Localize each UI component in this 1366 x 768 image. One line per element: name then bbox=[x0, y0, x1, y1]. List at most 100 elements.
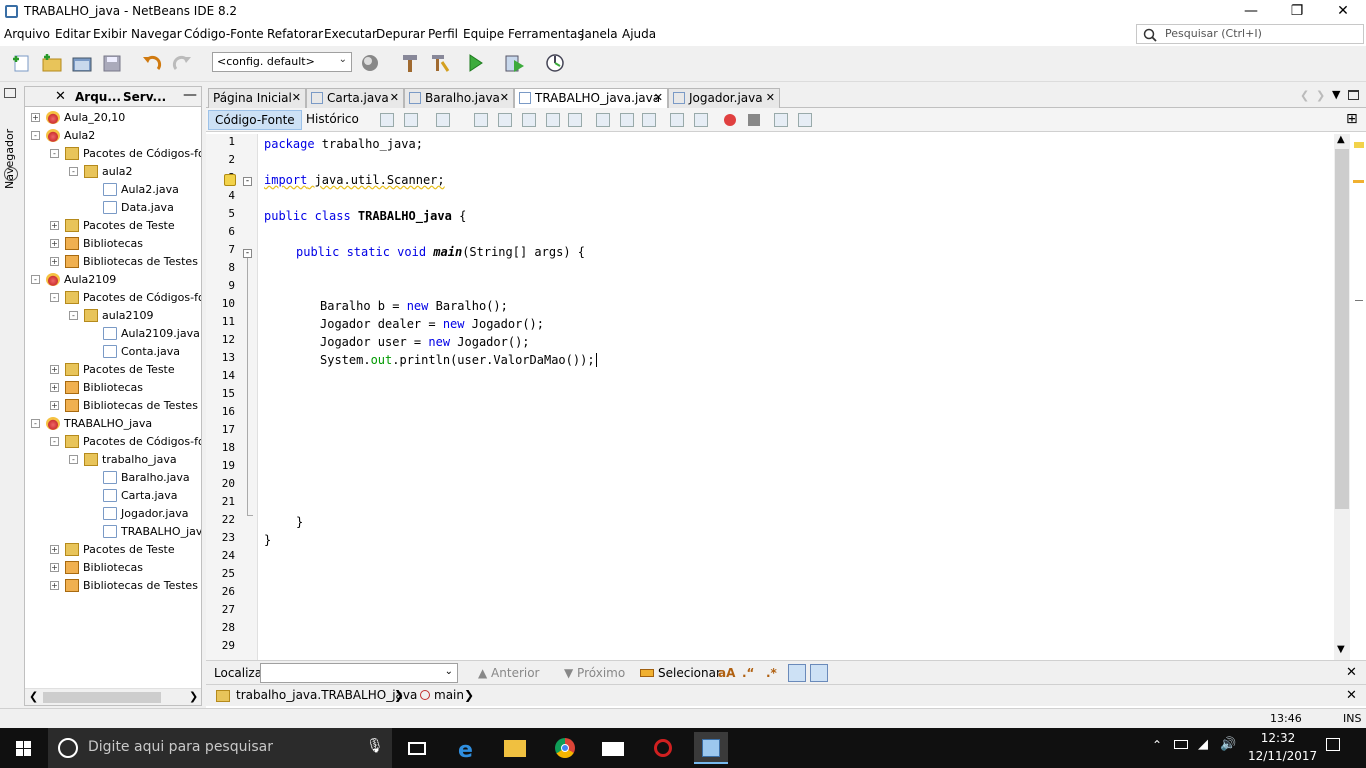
menu-executar[interactable]: Executar bbox=[324, 27, 377, 41]
expand-icon[interactable]: + bbox=[50, 383, 59, 392]
volume-icon[interactable]: 🔊 bbox=[1220, 737, 1236, 752]
tree-item[interactable]: - Pacotes de Códigos-fon bbox=[25, 289, 201, 307]
scroll-left-icon[interactable]: ❮ bbox=[29, 690, 38, 703]
taskbar-search[interactable]: Digite aqui para pesquisar 🎙 bbox=[48, 728, 392, 768]
expand-icon[interactable]: + bbox=[31, 113, 40, 122]
notification-icon[interactable] bbox=[1326, 738, 1340, 751]
build-globe-icon[interactable] bbox=[358, 52, 382, 74]
tab-files[interactable]: Arqu... bbox=[75, 90, 121, 104]
tab-baralho[interactable]: Baralho.java ✕ bbox=[404, 88, 514, 108]
close-icon[interactable]: ✕ bbox=[1346, 688, 1357, 703]
maximize-editor-icon[interactable] bbox=[1348, 90, 1359, 100]
tree-item[interactable]: + Bibliotecas de Testes bbox=[25, 397, 201, 415]
find-next-button[interactable]: ▼ Próximo bbox=[564, 666, 625, 680]
tree-item[interactable]: Data.java bbox=[25, 199, 201, 217]
shift-left-icon[interactable] bbox=[670, 113, 684, 127]
menu-janela[interactable]: Janela bbox=[581, 27, 618, 41]
tree-item[interactable]: + Bibliotecas bbox=[25, 559, 201, 577]
menu-equipe[interactable]: Equipe bbox=[463, 27, 504, 41]
close-icon[interactable]: ✕ bbox=[654, 91, 663, 104]
tree-item[interactable]: + Pacotes de Teste bbox=[25, 217, 201, 235]
scroll-down-icon[interactable]: ▼ bbox=[1337, 644, 1345, 655]
code-area[interactable]: package trabalho_java; import java.util.… bbox=[264, 134, 1332, 660]
tree-item[interactable]: - aula2 bbox=[25, 163, 201, 181]
close-icon[interactable]: ✕ bbox=[766, 91, 775, 104]
menu-arquivo[interactable]: Arquivo bbox=[4, 27, 50, 41]
tree-item[interactable]: - Aula2 bbox=[25, 127, 201, 145]
collapse-icon[interactable]: - bbox=[50, 149, 59, 158]
hammer-icon[interactable] bbox=[398, 52, 422, 74]
collapse-icon[interactable]: - bbox=[31, 419, 40, 428]
tree-item[interactable]: - trabalho_java bbox=[25, 451, 201, 469]
last-edit-icon[interactable] bbox=[380, 113, 394, 127]
task-view-icon[interactable] bbox=[400, 732, 434, 764]
toggle-highlight-icon[interactable] bbox=[546, 113, 560, 127]
warning-marker[interactable] bbox=[1353, 180, 1364, 183]
scroll-right-icon[interactable]: ❯ bbox=[189, 690, 198, 703]
chrome-icon[interactable] bbox=[548, 732, 582, 764]
save-all-icon[interactable] bbox=[100, 52, 124, 74]
tree-item[interactable]: - Aula2109 bbox=[25, 271, 201, 289]
collapse-icon[interactable]: - bbox=[31, 275, 40, 284]
scroll-thumb[interactable] bbox=[43, 692, 161, 703]
prev-bookmark-icon[interactable] bbox=[596, 113, 610, 127]
expand-icon[interactable]: + bbox=[50, 563, 59, 572]
expand-icon[interactable]: + bbox=[50, 257, 59, 266]
warning-marker[interactable] bbox=[1354, 142, 1364, 148]
tree-item[interactable]: Aula2109.java bbox=[25, 325, 201, 343]
tree-item[interactable]: TRABALHO_java.java bbox=[25, 523, 201, 541]
tree-item[interactable]: Jogador.java bbox=[25, 505, 201, 523]
expand-icon[interactable]: + bbox=[50, 239, 59, 248]
expand-icon[interactable]: + bbox=[50, 221, 59, 230]
mail-icon[interactable] bbox=[596, 732, 630, 764]
tree-item[interactable]: - Pacotes de Códigos-fon bbox=[25, 433, 201, 451]
expand-icon[interactable]: + bbox=[50, 581, 59, 590]
minimize-button[interactable]: — bbox=[1228, 0, 1274, 24]
whole-words-icon[interactable]: .“ bbox=[742, 666, 754, 680]
scroll-up-icon[interactable]: ▲ bbox=[1337, 134, 1345, 145]
close-icon[interactable]: ✕ bbox=[1346, 665, 1357, 680]
new-project-icon[interactable] bbox=[40, 52, 64, 74]
menu-navegar[interactable]: Navegar bbox=[131, 27, 182, 41]
source-button[interactable]: Código-Fonte bbox=[208, 110, 302, 130]
start-macro-icon[interactable] bbox=[724, 114, 736, 126]
tab-list-icon[interactable]: ▼ bbox=[1332, 88, 1340, 101]
menu-ferramentas[interactable]: Ferramentas bbox=[508, 27, 584, 41]
tree-item[interactable]: - aula2109 bbox=[25, 307, 201, 325]
tab-carta[interactable]: Carta.java ✕ bbox=[306, 88, 404, 108]
tree-item[interactable]: + Aula_20,10 bbox=[25, 109, 201, 127]
expand-icon[interactable]: + bbox=[50, 401, 59, 410]
find-previous-button[interactable]: ▲ Anterior bbox=[478, 666, 540, 680]
redo-icon[interactable] bbox=[170, 52, 194, 74]
tab-pagina-inicial[interactable]: Página Inicial ✕ bbox=[208, 88, 306, 108]
tree-item[interactable]: Aula2.java bbox=[25, 181, 201, 199]
regex-icon[interactable]: .* bbox=[766, 666, 777, 680]
menu-ajuda[interactable]: Ajuda bbox=[622, 27, 656, 41]
split-icon[interactable]: ⊞ bbox=[1346, 111, 1358, 127]
uncomment-icon[interactable] bbox=[798, 113, 812, 127]
lightbulb-hint-icon[interactable] bbox=[224, 174, 236, 186]
match-case-icon[interactable]: aA bbox=[718, 666, 735, 680]
fold-import-icon[interactable]: - bbox=[243, 177, 252, 186]
chevron-down-icon[interactable]: ⌄ bbox=[445, 666, 453, 677]
tree-item[interactable]: + Bibliotecas de Testes bbox=[25, 253, 201, 271]
undo-icon[interactable] bbox=[140, 52, 164, 74]
stop-macro-icon[interactable] bbox=[748, 114, 760, 126]
collapse-icon[interactable]: - bbox=[50, 293, 59, 302]
close-icon[interactable]: ✕ bbox=[292, 91, 301, 104]
close-icon[interactable]: ✕ bbox=[390, 91, 399, 104]
toggle-bookmark-icon[interactable] bbox=[642, 113, 656, 127]
menu-editar[interactable]: Editar bbox=[55, 27, 91, 41]
find-select-button[interactable]: Selecionar bbox=[640, 666, 721, 680]
scroll-tabs-right-icon[interactable]: ❯ bbox=[1316, 89, 1325, 102]
tab-services[interactable]: Serv... bbox=[123, 90, 166, 104]
new-file-icon[interactable] bbox=[10, 52, 34, 74]
clock-date[interactable]: 12/11/2017 bbox=[1248, 749, 1317, 763]
collapse-icon[interactable]: - bbox=[69, 311, 78, 320]
maximize-button[interactable]: ❐ bbox=[1274, 0, 1320, 24]
microphone-icon[interactable]: 🎙 bbox=[366, 738, 384, 754]
forward-icon[interactable] bbox=[436, 113, 450, 127]
back-icon[interactable] bbox=[404, 113, 418, 127]
comment-icon[interactable] bbox=[774, 113, 788, 127]
scroll-tabs-left-icon[interactable]: ❮ bbox=[1300, 89, 1309, 102]
